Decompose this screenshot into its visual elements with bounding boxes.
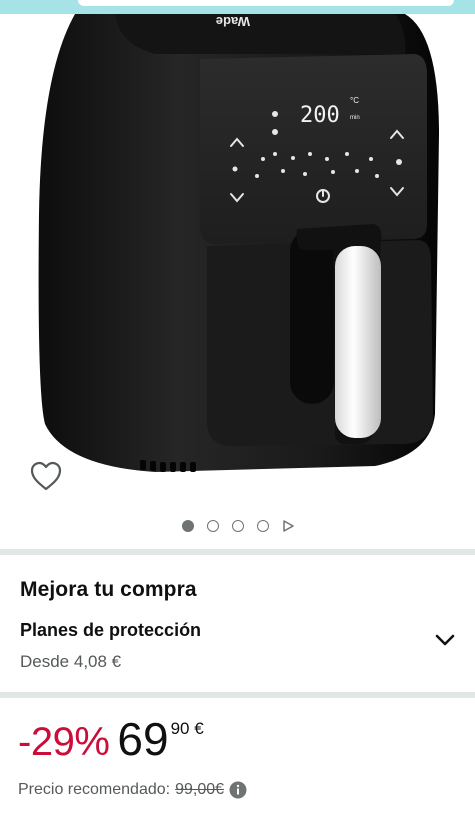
display-temperature: 200 [300,103,340,128]
image-pagination [0,520,475,532]
info-icon[interactable] [229,781,247,799]
display-unit-min: min [350,115,360,121]
search-bar-edge[interactable] [78,0,454,6]
price-whole: 69 [117,713,169,765]
product-image-gallery[interactable]: Wade 200 °C min [0,14,475,549]
protection-plans-price: Desde 4,08 € [20,652,122,671]
price-block: -29% 69 90 € [18,716,204,776]
brand-logo: Wade [216,14,250,29]
pagination-dot-4[interactable] [256,520,269,532]
section-divider [0,692,475,698]
protection-plans-title: Planes de protección [20,620,202,640]
heart-icon[interactable] [28,458,64,494]
play-icon[interactable] [282,520,294,532]
display-unit-celsius: °C [350,96,359,105]
pagination-dot-1[interactable] [181,520,194,532]
recommended-price-row: Precio recomendado: 99,00€ [18,781,247,799]
pagination-dot-3[interactable] [231,520,244,532]
product-image[interactable]: Wade 200 °C min [35,14,445,484]
chevron-down-icon[interactable] [434,632,456,648]
discount-percentage: -29% [18,720,110,764]
price-fraction: 90 € [170,719,204,738]
section-divider [0,549,475,555]
recommended-price-label: Precio recomendado: [18,781,171,798]
protection-plans-row[interactable]: Planes de protección Desde 4,08 € [0,612,475,682]
recommended-price-value: 99,00€ [175,781,225,798]
upgrade-section-title: Mejora tu compra [20,578,197,601]
pagination-dot-2[interactable] [206,520,219,532]
